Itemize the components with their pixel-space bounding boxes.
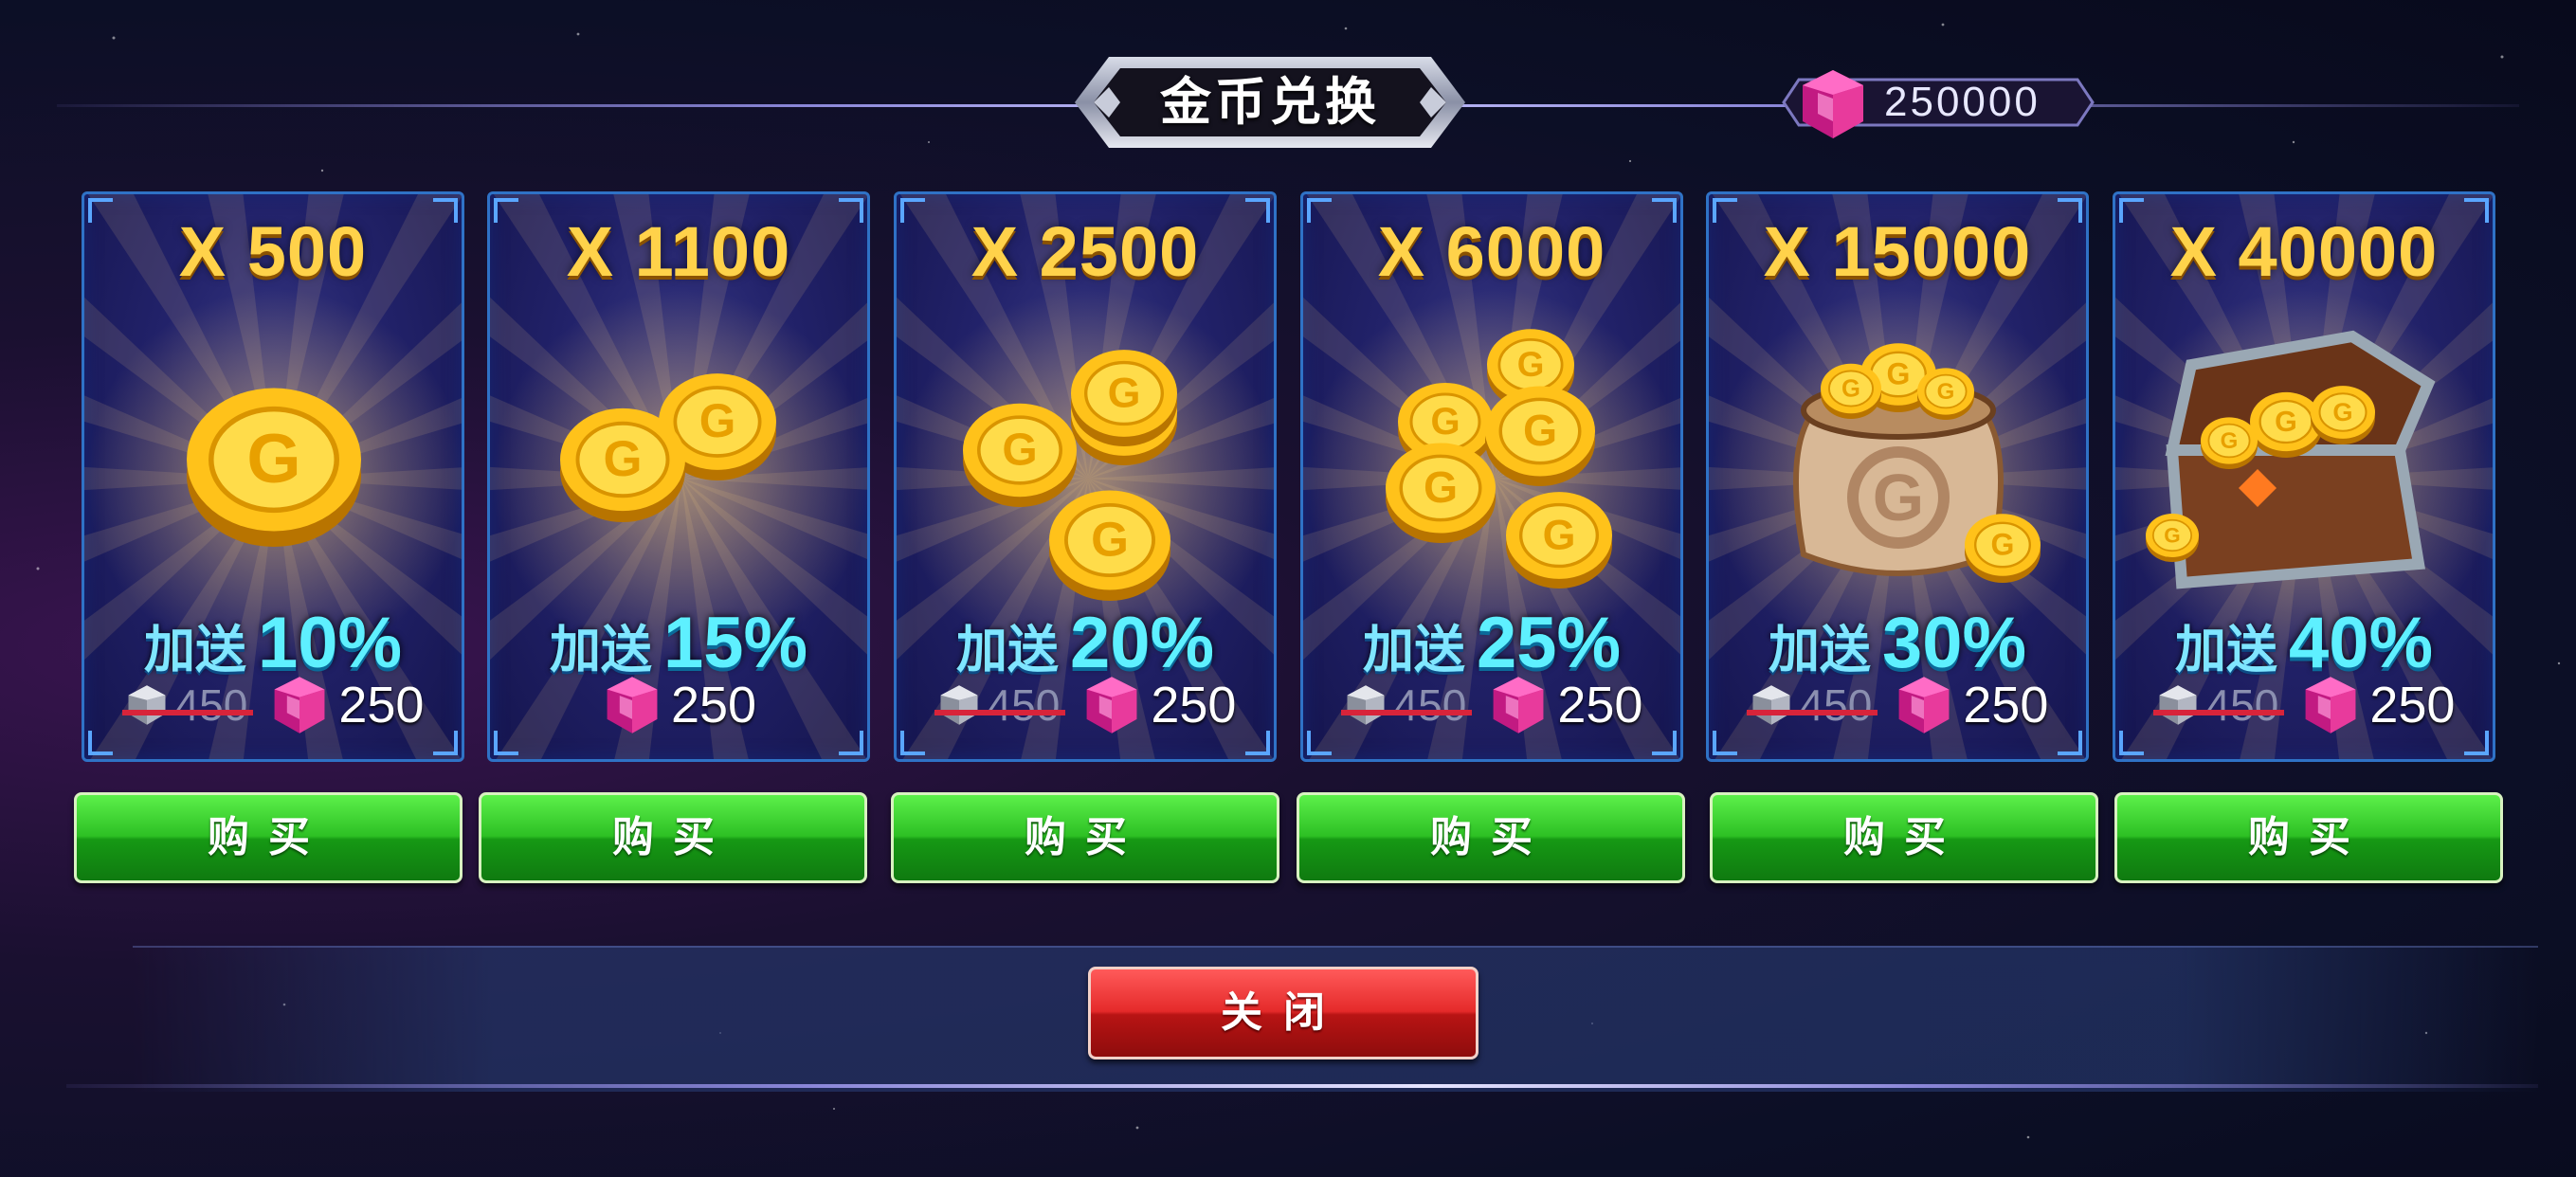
svg-text:G: G (1937, 379, 1955, 405)
package-card: X 1100 G G 加送 15% 250 (487, 191, 870, 762)
buy-button[interactable]: 购买 (891, 792, 1279, 883)
current-price: 250 (601, 674, 756, 736)
original-price: 450 (121, 679, 254, 731)
bonus-text: 加送 (1768, 622, 1871, 679)
close-button[interactable]: 关闭 (1088, 967, 1478, 1059)
current-price: 250 (1893, 674, 2048, 736)
price-row: 250 (490, 674, 867, 740)
buy-button[interactable]: 购买 (479, 792, 867, 883)
svg-text:G: G (1091, 513, 1129, 567)
strike-through (934, 710, 1066, 715)
bonus-label: 加送 15% (490, 602, 867, 684)
svg-text:G: G (1517, 345, 1545, 384)
bonus-text: 加送 (955, 622, 1059, 679)
current-price: 250 (268, 674, 424, 736)
bonus-percent: 20% (1069, 603, 1215, 683)
bonus-label: 加送 25% (1303, 602, 1680, 684)
gem-icon (274, 677, 325, 733)
bonus-label: 加送 20% (897, 602, 1274, 684)
buy-button[interactable]: 购买 (2114, 792, 2503, 883)
svg-text:G: G (2221, 428, 2239, 454)
svg-text:G: G (1873, 461, 1924, 534)
gem-icon (607, 677, 658, 733)
price-row: 450 250 (1303, 674, 1680, 740)
silver-gem-icon (940, 685, 978, 725)
coin-quantity: X 2500 (971, 212, 1200, 291)
svg-text:G: G (1991, 527, 2015, 561)
footer-divider-line (66, 1084, 2538, 1088)
svg-text:G: G (699, 394, 736, 447)
strike-through (2152, 710, 2285, 715)
current-price: 250 (1487, 674, 1642, 736)
bonus-percent: 10% (257, 603, 403, 683)
silver-gem-icon (128, 685, 166, 725)
original-price: 450 (1340, 679, 1473, 731)
package-card: X 6000 G G G G G 加送 25% 450 250 (1300, 191, 1683, 762)
bonus-text: 加送 (1362, 622, 1465, 679)
gem-balance: 250000 (1782, 70, 2095, 138)
bonus-label: 加送 40% (2115, 602, 2493, 684)
svg-text:G: G (1887, 356, 1911, 390)
package-card: X 500 G 加送 10% 450 250 (82, 191, 464, 762)
svg-text:G: G (2332, 397, 2352, 426)
buy-button[interactable]: 购买 (74, 792, 463, 883)
buy-button[interactable]: 购买 (1297, 792, 1685, 883)
original-price: 450 (1746, 679, 1878, 731)
bonus-percent: 15% (662, 603, 808, 683)
gem-icon (1898, 677, 1950, 733)
buy-button[interactable]: 购买 (1710, 792, 2098, 883)
bonus-label: 加送 10% (84, 602, 462, 684)
bonus-percent: 40% (2288, 603, 2434, 683)
strike-through (1340, 710, 1473, 715)
silver-gem-icon (1752, 685, 1790, 725)
price-row: 450 250 (84, 674, 462, 740)
package-card: X 2500 G G G G 加送20% 450 250 (894, 191, 1277, 762)
page-title: 金币兑换 (1160, 74, 1380, 131)
price-row: 450 250 (2115, 674, 2493, 740)
coin-quantity: X 40000 (2169, 212, 2439, 291)
coin-quantity: X 6000 (1377, 212, 1606, 291)
original-price: 450 (2152, 679, 2285, 731)
strike-through (1746, 710, 1878, 715)
bonus-percent: 25% (1476, 603, 1622, 683)
coin-quantity: X 15000 (1763, 212, 2032, 291)
coin-quantity: X 1100 (566, 212, 791, 291)
svg-text:G: G (603, 431, 642, 487)
original-price: 450 (934, 679, 1066, 731)
gem-icon (2305, 677, 2356, 733)
package-card: X 40000 G G G G 加送 40% 450 250 (2113, 191, 2495, 762)
bonus-text: 加送 (549, 622, 652, 679)
coin-quantity: X 500 (178, 212, 368, 291)
silver-gem-icon (1347, 685, 1385, 725)
svg-text:G: G (1002, 426, 1037, 476)
bonus-label: 加送 30% (1709, 602, 2086, 684)
svg-text:G: G (1523, 406, 1557, 455)
title-plate: 金币兑换 (1071, 53, 1469, 152)
svg-text:G: G (1430, 401, 1460, 443)
gem-balance-value: 250000 (1884, 79, 2041, 125)
svg-text:G: G (1543, 512, 1576, 559)
svg-text:G: G (1841, 375, 1860, 402)
gem-icon (1086, 677, 1137, 733)
gem-icon (1803, 70, 1863, 138)
current-price: 250 (1080, 674, 1236, 736)
svg-text:G: G (246, 419, 300, 498)
strike-through (121, 710, 254, 715)
price-row: 450 250 (1709, 674, 2086, 740)
svg-text:G: G (1424, 462, 1458, 512)
price-row: 450 250 (897, 674, 1274, 740)
svg-text:G: G (2164, 523, 2180, 547)
svg-text:G: G (2275, 406, 2297, 438)
svg-text:G: G (1108, 370, 1141, 417)
bonus-text: 加送 (2174, 622, 2277, 679)
bonus-percent: 30% (1881, 603, 2027, 683)
silver-gem-icon (2159, 685, 2197, 725)
gem-icon (1493, 677, 1544, 733)
current-price: 250 (2299, 674, 2455, 736)
bonus-text: 加送 (143, 622, 246, 679)
package-card: X 15000 G G G G G 加送 30% 450 250 (1706, 191, 2089, 762)
